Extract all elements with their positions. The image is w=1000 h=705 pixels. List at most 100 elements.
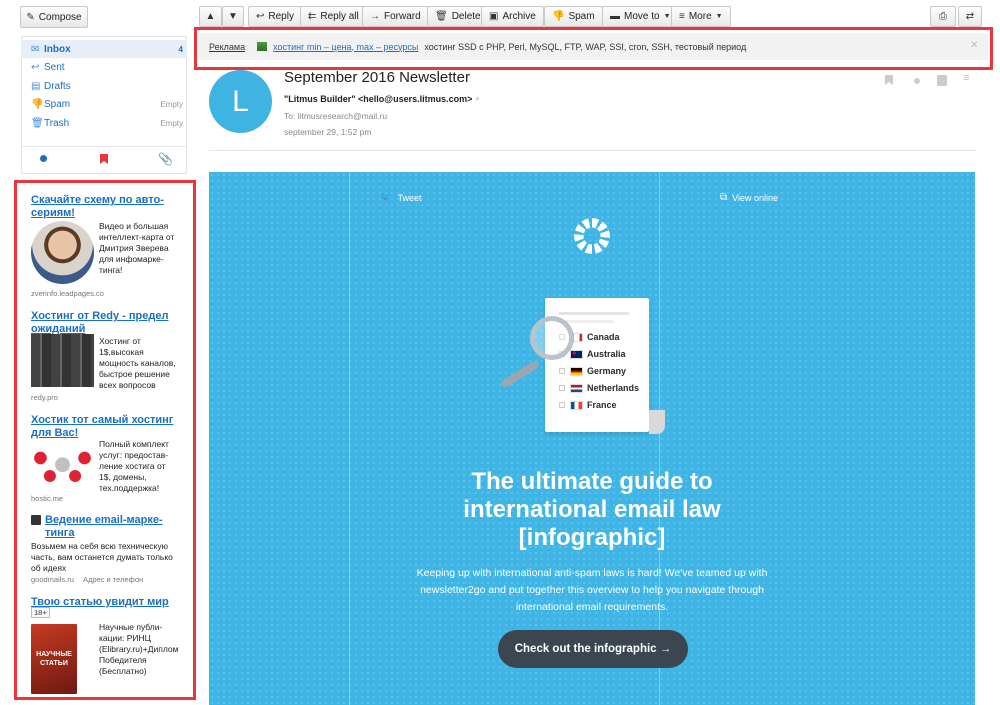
folder-label: Drafts: [44, 80, 71, 92]
ad-source[interactable]: redy.pro: [31, 393, 58, 402]
sender-address[interactable]: "Litmus Builder" <hello@users.litmus.com…: [284, 94, 472, 104]
archive-label: Archive: [502, 11, 536, 22]
ad-address-link[interactable]: Адрес и телефон: [83, 575, 143, 584]
translate-button[interactable]: ⇄: [958, 6, 982, 27]
more-button[interactable]: ≡ More ▼: [671, 6, 731, 27]
country-label: Canada: [587, 332, 620, 342]
checkbox: [559, 385, 565, 391]
folder-label: Spam: [44, 98, 71, 110]
ad-title[interactable]: Ведение email-марке-тинга: [45, 514, 165, 540]
trash-icon: 🗑: [31, 117, 44, 129]
ad-logo-icon: [31, 515, 41, 525]
germany-flag-icon: [570, 366, 583, 376]
newsletter-hero: 🐦 Tweet ⧉ View online Canada Australia G…: [209, 172, 975, 705]
ad-text: Хостинг от 1$,высокая мощность каналов, …: [99, 336, 176, 390]
delete-button[interactable]: 🗑 Delete: [427, 6, 489, 27]
ad-source[interactable]: hostic.me: [31, 494, 63, 503]
country-label: Germany: [587, 366, 627, 376]
external-link-icon: ⧉: [720, 192, 728, 203]
ad-network-image: [31, 440, 94, 485]
country-label: France: [587, 400, 617, 410]
spam-label: Spam: [568, 11, 595, 22]
folder-inbox[interactable]: ✉ Inbox 4: [21, 40, 187, 58]
logo-icon: [574, 218, 610, 254]
delete-label: Delete: [451, 11, 481, 22]
trash-icon: 🗑: [435, 11, 448, 22]
hero-body: Keeping up with international anti-spam …: [416, 567, 768, 613]
search-icon[interactable]: ⌕: [475, 94, 479, 104]
reply-all-button[interactable]: ⇇ Reply all: [300, 6, 367, 27]
ad-book-image: НАУЧНЫЕ СТАТЬИ: [31, 624, 77, 694]
view-online-link[interactable]: ⧉ View online: [720, 192, 778, 203]
archive-button[interactable]: ▣ Archive: [481, 6, 544, 27]
country-row: Germany: [559, 366, 626, 376]
next-message-button[interactable]: ▼: [222, 6, 244, 27]
cta-button[interactable]: Check out the infographic →: [498, 630, 688, 668]
move-to-button[interactable]: ▬ Move to ▼: [602, 6, 679, 27]
filter-unread-icon[interactable]: [40, 155, 47, 162]
netherlands-flag-icon: [570, 383, 583, 393]
prev-message-button[interactable]: ▲: [199, 6, 222, 27]
email-subject: September 2016 Newsletter: [284, 69, 470, 86]
arrow-up-icon: ▲: [205, 11, 216, 22]
avatar-letter: L: [232, 84, 249, 118]
country-row: Netherlands: [559, 383, 639, 393]
reply-all-label: Reply all: [320, 11, 359, 22]
print-button[interactable]: ⎙: [930, 6, 956, 27]
folder-drafts[interactable]: ▤ Drafts: [21, 77, 187, 95]
country-row: France: [559, 400, 617, 410]
close-ad-icon[interactable]: ✕: [970, 40, 978, 51]
folder-count[interactable]: Empty: [160, 119, 187, 128]
cta-label: Check out the infographic →: [514, 643, 672, 655]
ad-source[interactable]: goodmails.ru: [31, 575, 74, 584]
forward-button[interactable]: → Forward: [362, 6, 429, 27]
folder-label: Sent: [44, 61, 65, 73]
ad-label: Реклама: [209, 41, 246, 52]
folder-sent[interactable]: ↩ Sent: [21, 58, 187, 76]
envelope-icon: ✉: [31, 43, 40, 55]
translate-icon: ⇄: [965, 11, 975, 22]
ad-title[interactable]: Хостинг от Redy - предел ожиданий: [31, 310, 181, 336]
ad-text: хостинг SSD с PHP, Perl, MySQL, FTP, WAP…: [424, 41, 747, 52]
unread-dot-icon[interactable]: [914, 78, 920, 84]
reply-icon: ↩: [31, 61, 40, 73]
tweet-label: Tweet: [397, 192, 422, 203]
folder-trash[interactable]: 🗑 Trash Empty: [21, 114, 187, 132]
email-from[interactable]: "Litmus Builder" <hello@users.litmus.com…: [284, 94, 480, 104]
more-label: More: [688, 11, 712, 22]
compose-label: Compose: [38, 11, 82, 23]
filter-attachment-icon[interactable]: 📎: [158, 152, 173, 166]
card-fold: [649, 410, 665, 434]
ad-title[interactable]: Хостик тот самый хостинг для Вас!: [31, 414, 181, 440]
reply-button[interactable]: ↩ Reply: [248, 6, 302, 27]
ad-link[interactable]: хостинг min – цена, max – ресурсы: [273, 42, 418, 52]
email-to: To: litmusresearch@mail.ru: [284, 111, 388, 121]
folder-spam[interactable]: 👎 Spam Empty: [21, 95, 187, 113]
ad-title[interactable]: Твою статью увидит мир: [31, 596, 181, 609]
ad-text: Возьмем на себя всю техническую часть, в…: [31, 541, 173, 573]
folder-count[interactable]: Empty: [160, 100, 187, 109]
ad-source[interactable]: zverinfo.leadpages.co: [31, 289, 104, 298]
ad-title[interactable]: Скачайте схему по авто-сериям!: [31, 194, 181, 220]
avatar: L: [209, 70, 272, 133]
headline-line: [infographic]: [518, 524, 666, 551]
hero-headline: The ultimate guide to international emai…: [209, 468, 975, 552]
top-ad-bar: Реклама хостинг min – цена, max – ресурс…: [199, 33, 988, 60]
country-label: Netherlands: [587, 383, 640, 393]
chevron-down-icon: ▼: [715, 13, 723, 20]
archive-icon[interactable]: [937, 75, 947, 86]
france-flag-icon: [570, 400, 583, 410]
thumbs-down-icon: 👎: [552, 11, 565, 22]
menu-icon[interactable]: ≡: [963, 72, 969, 84]
chevron-down-icon: ▼: [663, 13, 671, 20]
view-online-label: View online: [732, 192, 779, 203]
ad-text: Видео и большая интеллект-карта от Дмитр…: [99, 221, 175, 275]
reply-icon: ↩: [256, 11, 265, 22]
tweet-link[interactable]: 🐦 Tweet: [379, 192, 421, 203]
ad-server-image: [31, 334, 94, 387]
document-icon: ▤: [31, 80, 41, 92]
move-to-label: Move to: [624, 11, 660, 22]
spam-button[interactable]: 👎 Spam: [544, 6, 603, 27]
compose-button[interactable]: ✎ Compose: [20, 6, 88, 28]
flag-icon[interactable]: [885, 75, 893, 85]
